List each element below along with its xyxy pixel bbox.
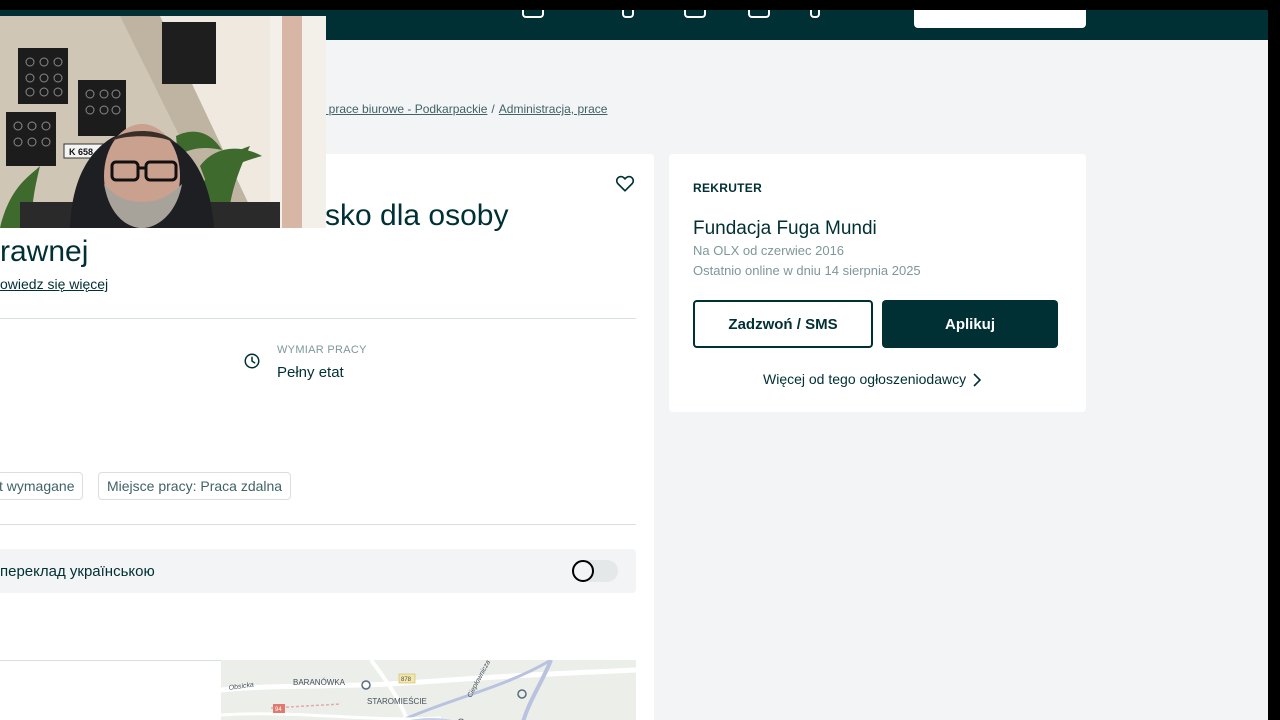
location-map[interactable]: BARANÓWKA STAROMIEŚCIE Obsicka 878 Ciepł… — [221, 660, 636, 720]
breadcrumb-item-office-jobs-podkarpackie[interactable]: , prace biurowe - Podkarpackie — [322, 102, 487, 116]
listing-title-line-1: sko dla osoby — [325, 199, 509, 232]
chat-icon[interactable] — [522, 10, 544, 18]
chevron-right-icon — [973, 373, 982, 387]
breadcrumb-separator: / — [491, 102, 495, 116]
breadcrumb: , prace biurowe - Podkarpackie / Administr… — [322, 102, 607, 116]
map-label-staromiescie: STAROMIEŚCIE — [367, 697, 427, 706]
map-label-baranowka: BARANÓWKA — [293, 678, 346, 687]
notifications-icon[interactable] — [684, 10, 706, 18]
tag-work-location: Miejsce pracy: Praca zdalna — [98, 472, 292, 500]
account-chevron-icon[interactable] — [810, 10, 820, 18]
tag-requirement: t wymagane — [0, 472, 84, 500]
recruiter-section-label: REKRUTER — [693, 181, 763, 195]
recruiter-name: Fundacja Fuga Mundi — [693, 218, 877, 239]
license-plate-text: K 658 — [69, 147, 93, 157]
translation-toggle-row: переклад українською — [0, 549, 636, 593]
divider — [0, 318, 636, 319]
map-graphic: BARANÓWKA STAROMIEŚCIE Obsicka 878 Ciepł… — [221, 660, 636, 720]
listing-card — [0, 154, 654, 720]
breadcrumb-item-administration[interactable]: Administracja, prace — [499, 102, 608, 116]
translation-label: переклад українською — [0, 563, 155, 580]
map-label-road-878: 878 — [401, 677, 412, 683]
more-from-advertiser-label: Więcej od tego ogłoszeniodawcy — [763, 371, 967, 387]
learn-more-link[interactable]: owiedz się więcej — [0, 276, 108, 292]
heart-icon[interactable] — [614, 172, 636, 194]
map-label-road-94: 94 — [275, 707, 282, 713]
attribute-label: WYMIAR PRACY — [277, 344, 367, 356]
attribute-value: Pełny etat — [277, 364, 344, 381]
heart-nav-icon[interactable] — [622, 10, 634, 18]
recruiter-member-since: Na OLX od czerwiec 2016 — [693, 243, 845, 258]
webcam-image: K 658 — [0, 16, 326, 228]
clock-icon — [244, 353, 260, 369]
webcam-overlay: K 658 — [0, 16, 326, 228]
apply-button[interactable]: Aplikuj — [882, 300, 1058, 348]
toggle-knob — [572, 560, 594, 582]
divider — [0, 524, 636, 525]
recruiter-last-online: Ostatnio online w dniu 14 sierpnia 2025 — [693, 263, 921, 278]
more-from-advertiser-link[interactable]: Więcej od tego ogłoszeniodawcy — [763, 371, 982, 387]
translation-toggle[interactable] — [572, 560, 618, 582]
call-sms-button[interactable]: Zadzwoń / SMS — [693, 300, 873, 348]
account-icon[interactable] — [748, 10, 770, 18]
add-listing-button[interactable] — [914, 10, 1086, 28]
listing-title-line-2: rawnej — [0, 235, 89, 268]
recruiter-card: REKRUTER Fundacja Fuga Mundi Na OLX od c… — [669, 154, 1086, 412]
